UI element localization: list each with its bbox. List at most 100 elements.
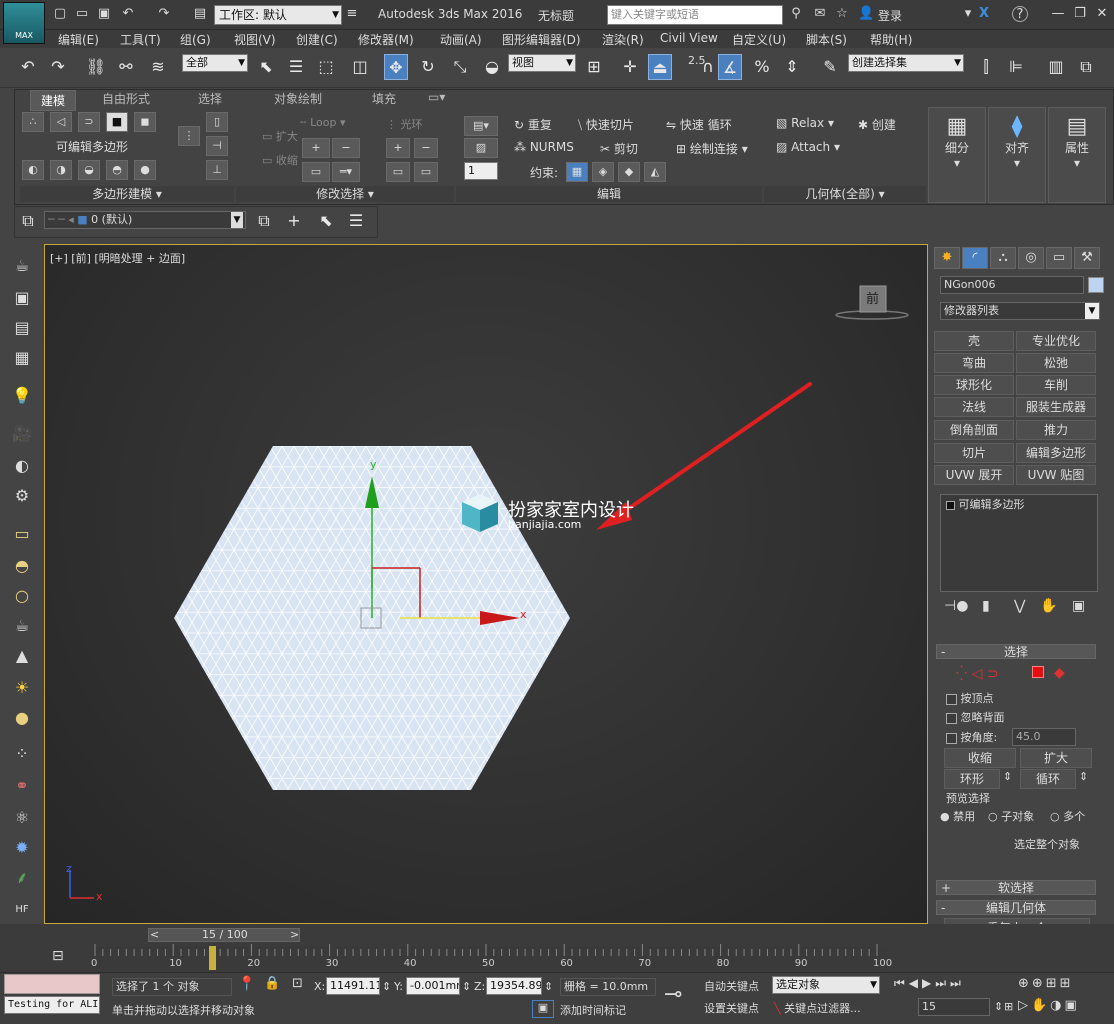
open-folder-icon[interactable]: ▭ xyxy=(74,6,90,22)
constraint-edge-icon[interactable]: ◈ xyxy=(592,162,614,182)
link-icon[interactable]: ⛓ xyxy=(84,54,108,80)
align-button[interactable]: ⧫ 对齐 ▾ xyxy=(988,107,1046,203)
modifier-list-dropdown[interactable]: 修改器列表 ▼ xyxy=(940,302,1100,320)
key-selection-dropdown[interactable]: 选定对象 ▼ xyxy=(772,976,880,994)
time-next-icon[interactable]: > xyxy=(290,928,299,941)
vertex-subobject-icon[interactable]: ⁛ ◁ ⊃ xyxy=(956,666,999,682)
nurms-button[interactable]: ⁂ NURMS xyxy=(514,140,574,154)
time-config-icon[interactable]: ⊞ xyxy=(1004,1000,1013,1013)
toggle-ends-icon[interactable]: ⊣ xyxy=(206,136,228,156)
border-mode-icon[interactable]: ⊃ xyxy=(78,112,100,132)
light-bulb-icon[interactable]: 💡 xyxy=(10,384,34,408)
ignore-backfacing-checkbox[interactable]: 忽略背面 xyxy=(946,709,1005,725)
configure-sets-icon[interactable]: ▣ xyxy=(1072,598,1085,614)
viewport-nav-row2[interactable]: ▷✋◑▣ xyxy=(1018,998,1080,1013)
relax-button[interactable]: ▧ Relax ▾ xyxy=(776,116,834,130)
sun-icon[interactable]: ☀ xyxy=(10,676,34,700)
communication-icon[interactable]: ✉ xyxy=(812,6,828,22)
vertex-mode-icon[interactable]: ∴ xyxy=(22,112,44,132)
chevron-down-icon[interactable]: ▾ xyxy=(960,6,976,22)
element-subobject-icon[interactable]: ◆ xyxy=(1054,665,1065,681)
select-and-scale-icon[interactable]: ⤡ xyxy=(448,54,472,80)
preview-multi-radio[interactable]: ○ 多个 xyxy=(1050,808,1085,824)
bind-spacewarp-icon[interactable]: ≋ xyxy=(146,54,170,80)
tab-object-paint[interactable]: 对象绘制 xyxy=(274,90,322,107)
snaps-toggle-icon[interactable]: ∩ xyxy=(696,54,720,80)
paintconnect-button[interactable]: ⊞ 绘制连接 ▾ xyxy=(676,140,748,157)
preview-disable-radio[interactable]: ● 禁用 xyxy=(940,808,975,824)
ribbon-options-icon[interactable]: ▭▾ xyxy=(428,90,445,104)
rect-selection-icon[interactable]: ⬚ xyxy=(314,54,338,80)
project-folder-icon[interactable]: ▤ xyxy=(192,6,208,22)
panel-footer-geometry[interactable]: 几何体(全部) ▾ xyxy=(764,186,926,202)
repeat-button[interactable]: ↻ 重复 xyxy=(514,116,552,133)
loop-button[interactable]: 循环 xyxy=(1020,769,1076,789)
by-angle-checkbox[interactable]: 按角度: xyxy=(946,729,997,745)
geosphere-icon[interactable]: ● xyxy=(10,706,34,730)
favorites-star-icon[interactable]: ☆ xyxy=(834,6,850,22)
login-link[interactable]: 登录 xyxy=(878,7,902,24)
save-icon[interactable]: ▣ xyxy=(96,6,112,22)
z-coordinate-field[interactable]: 19354.895 xyxy=(486,977,542,995)
placement-icon[interactable]: ◒ xyxy=(480,54,504,80)
pin-stack-icon[interactable]: ⊣● xyxy=(944,598,968,614)
menu-tools[interactable]: 工具(T) xyxy=(120,31,161,48)
menu-edit[interactable]: 编辑(E) xyxy=(58,31,99,48)
use-soft-selection-icon[interactable]: ⋮ xyxy=(178,126,200,146)
isolate-selection-icon[interactable]: 📍 xyxy=(238,976,255,992)
ring-button[interactable]: ⋮ 光环 xyxy=(386,116,423,132)
material-editor-icon[interactable]: ▣ xyxy=(10,286,34,310)
object-color-swatch[interactable] xyxy=(1088,277,1104,293)
loop-spinner-icon[interactable]: ⇕ xyxy=(1079,770,1088,783)
element-mode-icon[interactable]: ◼ xyxy=(134,112,156,132)
loop-options-icon[interactable]: ═▾ xyxy=(332,162,360,182)
show-end-result-icon[interactable]: ◑ xyxy=(50,160,72,180)
panel-footer-edit[interactable]: 编辑 xyxy=(456,186,762,202)
object-name-field[interactable]: NGon006 xyxy=(940,276,1084,294)
current-frame-field[interactable]: 15 xyxy=(918,998,990,1016)
y-coordinate-field[interactable]: -0.001mm xyxy=(406,977,460,995)
exchange-x-icon[interactable]: X xyxy=(976,6,992,22)
menu-scripting[interactable]: 脚本(S) xyxy=(806,31,847,48)
viewport-label[interactable]: [+] [前] [明暗处理 + 边面] xyxy=(50,250,185,266)
y-spinner-icon[interactable]: ⇕ xyxy=(462,980,471,993)
maxscript-input[interactable]: Testing for ALI xyxy=(4,996,100,1014)
minimize-icon[interactable]: — xyxy=(1050,6,1066,22)
new-layer-icon[interactable]: ⧉ xyxy=(252,208,276,234)
undo-icon[interactable]: ↶ xyxy=(120,6,136,22)
show-end-result-icon[interactable]: ▮ xyxy=(982,598,990,614)
auto-key-button[interactable]: 自动关键点 xyxy=(704,978,759,994)
hemisphere-icon[interactable]: ◓ xyxy=(10,554,34,578)
modifier-spherify-button[interactable]: 球形化 xyxy=(934,375,1014,395)
remove-modifier-icon[interactable]: ◓ xyxy=(106,160,128,180)
key-icon[interactable]: ⊸ xyxy=(664,982,682,1007)
ring-options-icon[interactable]: ▭ xyxy=(414,162,438,182)
polygon-mode-icon[interactable]: ■ xyxy=(106,112,128,132)
shrink-button[interactable]: ▭ 收缩 xyxy=(262,152,298,168)
modifier-garment-button[interactable]: 服装生成器 xyxy=(1016,397,1096,417)
particles-icon[interactable]: ⁘ xyxy=(10,742,34,766)
constraint-face-icon[interactable]: ◆ xyxy=(618,162,640,182)
set-key-button[interactable]: 设置关键点 xyxy=(704,1000,759,1016)
hair-fur-icon[interactable]: HF xyxy=(10,898,34,922)
add-to-layer-icon[interactable]: + xyxy=(282,208,306,234)
close-icon[interactable]: ✕ xyxy=(1094,6,1110,22)
panel-footer-modify-selection[interactable]: 修改选择 ▾ xyxy=(236,186,454,202)
key-filters-button[interactable]: ╲ 关键点过滤器... xyxy=(774,1000,861,1016)
create-button[interactable]: ✱ 创建 xyxy=(858,116,896,133)
quickloop-button[interactable]: ⇋ 快速 循环 xyxy=(666,116,732,133)
render-setup-icon[interactable]: ▤ xyxy=(10,316,34,340)
preview-subobject-radio[interactable]: ○ 子对象 xyxy=(988,808,1034,824)
restore-icon[interactable]: ❐ xyxy=(1072,6,1088,22)
search-input[interactable]: 键入关键字或短语 xyxy=(607,5,783,25)
cone-icon[interactable]: ▲ xyxy=(10,644,34,668)
keyboard-shortcut-override-icon[interactable]: ⏏ xyxy=(648,54,672,80)
modify-tab-icon[interactable]: ◜ xyxy=(962,247,988,269)
maxscript-listener-pink[interactable] xyxy=(4,974,100,994)
redo-icon[interactable]: ↷ xyxy=(46,54,70,80)
ring-shrink-icon[interactable]: − xyxy=(414,138,438,158)
soft-selection-rollout-header[interactable]: + 软选择 xyxy=(936,880,1096,895)
loop-shrink-icon[interactable]: − xyxy=(332,138,360,158)
window-crossing-icon[interactable]: ◫ xyxy=(348,54,372,80)
x-spinner-icon[interactable]: ⇕ xyxy=(382,980,391,993)
